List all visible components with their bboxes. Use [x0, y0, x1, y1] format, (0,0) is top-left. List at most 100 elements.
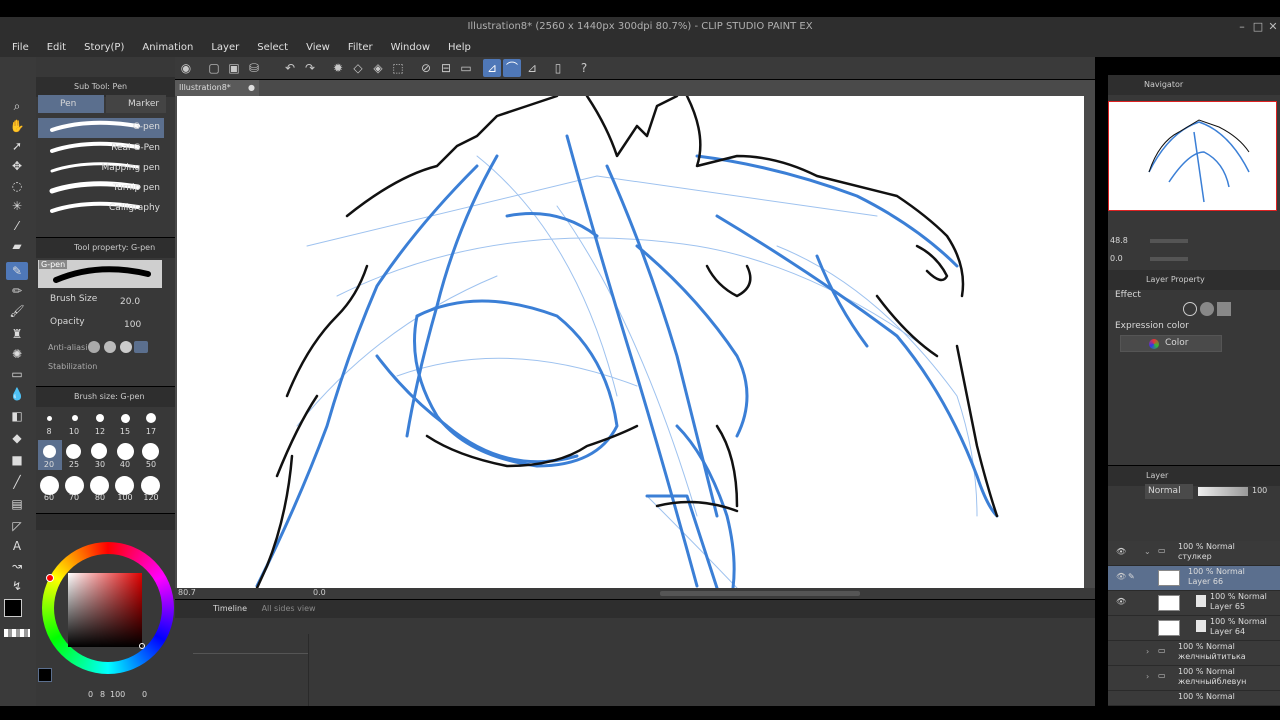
- brush-size-dot[interactable]: [72, 415, 78, 421]
- menu-edit[interactable]: Edit: [47, 42, 66, 53]
- eraser-tool-icon[interactable]: ▭: [6, 365, 28, 383]
- layer-row[interactable]: › ▭ 100 % Normal желчныйтитька: [1108, 641, 1280, 666]
- hue-picker-handle[interactable]: [46, 574, 54, 582]
- navigator-angle[interactable]: 0.0: [1110, 254, 1123, 263]
- chevron-right-icon[interactable]: ›: [1146, 647, 1149, 656]
- menu-help[interactable]: Help: [448, 42, 471, 53]
- drawing-canvas[interactable]: [177, 96, 1084, 588]
- brush-size-dot[interactable]: [43, 445, 56, 458]
- brush-size-dot[interactable]: [117, 443, 134, 460]
- eyedropper-icon[interactable]: ⁄: [6, 217, 28, 235]
- fill-icon[interactable]: ◇: [349, 59, 367, 77]
- clear-icon[interactable]: ⊘: [417, 59, 435, 77]
- all-sides-view-tab[interactable]: All sides view: [262, 604, 316, 613]
- document-tab[interactable]: Illustration8* ●: [175, 80, 259, 96]
- brush-g-pen[interactable]: G-pen: [38, 118, 164, 138]
- pencil-tool-icon[interactable]: ✏: [6, 282, 28, 300]
- layer-row[interactable]: 👁 ✎ 100 % Normal Layer 66: [1108, 566, 1280, 591]
- menu-view[interactable]: View: [306, 42, 330, 53]
- main-color-swatch[interactable]: [4, 599, 22, 617]
- close-tab-icon[interactable]: ●: [248, 80, 255, 96]
- save-icon[interactable]: ⛁: [245, 59, 263, 77]
- brush-size-dot[interactable]: [96, 414, 104, 422]
- help-icon[interactable]: ?: [575, 59, 593, 77]
- expression-color-select[interactable]: Color: [1120, 335, 1222, 352]
- ruler-tool-icon[interactable]: ◸: [6, 517, 28, 535]
- brush-turnip-pen[interactable]: Turnip pen: [38, 179, 164, 199]
- brush-size-dot[interactable]: [47, 416, 52, 421]
- navigator-zoom[interactable]: 48.8: [1110, 236, 1128, 245]
- menu-select[interactable]: Select: [257, 42, 288, 53]
- airbrush-tool-icon[interactable]: ♜: [6, 325, 28, 343]
- eye-icon[interactable]: 👁: [1116, 572, 1126, 581]
- horizontal-scrollbar[interactable]: [660, 591, 860, 596]
- new-file-icon[interactable]: ▢: [205, 59, 223, 77]
- effect-pattern-icon[interactable]: [1217, 302, 1231, 316]
- menu-filter[interactable]: Filter: [348, 42, 373, 53]
- fill-tool-icon[interactable]: ◧: [6, 407, 28, 425]
- layer-row[interactable]: 100 % Normal Layer 64: [1108, 616, 1280, 641]
- navigator-zoom-slider[interactable]: [1150, 239, 1188, 243]
- tab-marker[interactable]: Marker: [106, 95, 166, 113]
- brush-mapping-pen[interactable]: Mapping pen: [38, 159, 164, 179]
- brush-real-g-pen[interactable]: Real G-Pen: [38, 139, 164, 159]
- snap-ruler-icon[interactable]: ⊿: [483, 59, 501, 77]
- brush-tool-icon[interactable]: 🖌: [6, 302, 28, 320]
- brush-size-dot[interactable]: [121, 414, 130, 423]
- angle-value[interactable]: 0.0: [313, 588, 326, 597]
- navigator-preview[interactable]: [1108, 101, 1277, 211]
- menu-story[interactable]: Story(P): [84, 42, 124, 53]
- effect-tone-icon[interactable]: [1200, 302, 1214, 316]
- magic-wand-icon[interactable]: ✳: [6, 197, 28, 215]
- transform-icon[interactable]: ⬚: [389, 59, 407, 77]
- menu-layer[interactable]: Layer: [211, 42, 239, 53]
- color-picker-handle[interactable]: [139, 643, 145, 649]
- effect-border-icon[interactable]: [1183, 302, 1197, 316]
- undo-icon[interactable]: ↶: [281, 59, 299, 77]
- crop-icon[interactable]: ▭: [457, 59, 475, 77]
- opacity-value[interactable]: 100: [124, 320, 141, 330]
- clip-studio-icon[interactable]: ◉: [177, 59, 195, 77]
- gradient-tool-icon[interactable]: ■: [6, 451, 28, 469]
- tab-pen[interactable]: Pen: [38, 95, 104, 113]
- transparent-color-swatch[interactable]: [4, 629, 30, 637]
- brush-size-value[interactable]: 20.0: [120, 297, 140, 307]
- snap-special-ruler-icon[interactable]: ⌒: [503, 59, 521, 77]
- close-button[interactable]: ✕: [1265, 17, 1280, 37]
- zoom-value[interactable]: 80.7: [178, 588, 196, 597]
- operation-tool-icon[interactable]: ➚: [6, 137, 28, 155]
- menu-file[interactable]: File: [12, 42, 29, 53]
- lasso-tool-icon[interactable]: ◌: [6, 177, 28, 195]
- layer-row[interactable]: 100 % Normal: [1108, 691, 1280, 706]
- layer-row[interactable]: 👁 ⌄ ▭ 100 % Normal стулкер: [1108, 541, 1280, 566]
- loading-icon[interactable]: ✹: [329, 59, 347, 77]
- anti-alias-option-3[interactable]: [120, 341, 132, 353]
- minimize-button[interactable]: –: [1234, 17, 1250, 37]
- anti-alias-option-1[interactable]: [88, 341, 100, 353]
- menu-window[interactable]: Window: [391, 42, 430, 53]
- layer-row[interactable]: › ▭ 100 % Normal желчныйблевун: [1108, 666, 1280, 691]
- saturation-value-square[interactable]: [68, 573, 142, 647]
- anti-alias-option-4[interactable]: [134, 341, 148, 353]
- blend-mode-select[interactable]: Normal: [1145, 484, 1193, 499]
- text-tool-icon[interactable]: A: [6, 537, 28, 555]
- layer-row[interactable]: 👁 100 % Normal Layer 65: [1108, 591, 1280, 616]
- hand-tool-icon[interactable]: ✋: [6, 117, 28, 135]
- menu-animation[interactable]: Animation: [142, 42, 193, 53]
- chevron-down-icon[interactable]: ⌄: [1144, 547, 1151, 556]
- move-tool-icon[interactable]: ✥: [6, 157, 28, 175]
- chevron-right-icon[interactable]: ›: [1146, 672, 1149, 681]
- correct-line-tool-icon[interactable]: ↯: [6, 577, 28, 595]
- layer-opacity-value[interactable]: 100: [1252, 486, 1267, 495]
- open-file-icon[interactable]: ▣: [225, 59, 243, 77]
- pen-tool-icon[interactable]: ✎: [6, 262, 28, 280]
- balloon-tool-icon[interactable]: ↝: [6, 557, 28, 575]
- timeline-dropdown[interactable]: [193, 636, 308, 654]
- brush-size-dot[interactable]: [91, 443, 107, 459]
- brush-calligraphy[interactable]: Calligraphy: [38, 199, 164, 219]
- navigator-angle-slider[interactable]: [1150, 257, 1188, 261]
- frame-tool-icon[interactable]: ▤: [6, 495, 28, 513]
- decoration-tool-icon[interactable]: ✺: [6, 345, 28, 363]
- eye-icon[interactable]: 👁: [1116, 597, 1126, 606]
- timeline-tab[interactable]: Timeline: [213, 604, 247, 613]
